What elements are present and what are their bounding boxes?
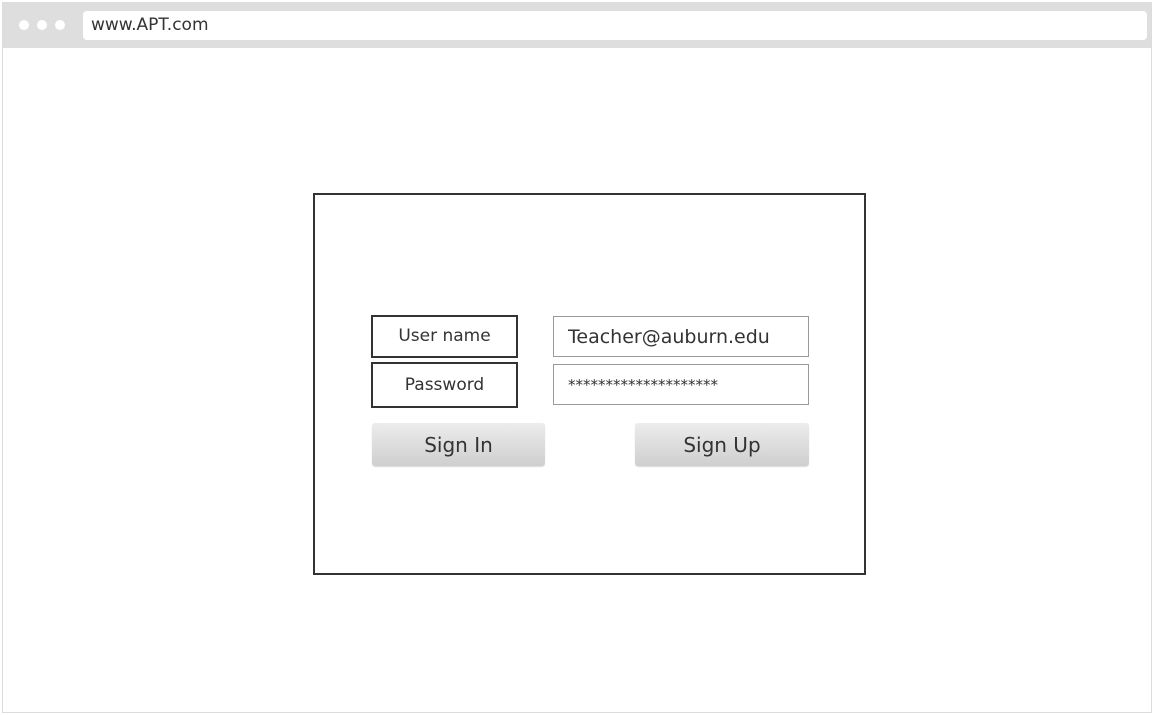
password-label: Password: [371, 362, 518, 408]
browser-toolbar: www.APT.com: [3, 3, 1151, 48]
login-panel: User name Password Sign In Sign Up: [313, 193, 866, 575]
window-control-dot[interactable]: [19, 20, 29, 30]
address-bar[interactable]: www.APT.com: [83, 11, 1147, 40]
password-field[interactable]: [553, 364, 809, 405]
window-control-dot[interactable]: [37, 20, 47, 30]
window-control-dot[interactable]: [55, 20, 65, 30]
sign-in-button[interactable]: Sign In: [372, 423, 545, 466]
browser-window: www.APT.com User name Password Sign In S…: [2, 2, 1152, 713]
username-field[interactable]: [553, 316, 809, 357]
username-label: User name: [371, 315, 518, 358]
sign-up-button[interactable]: Sign Up: [635, 423, 809, 466]
